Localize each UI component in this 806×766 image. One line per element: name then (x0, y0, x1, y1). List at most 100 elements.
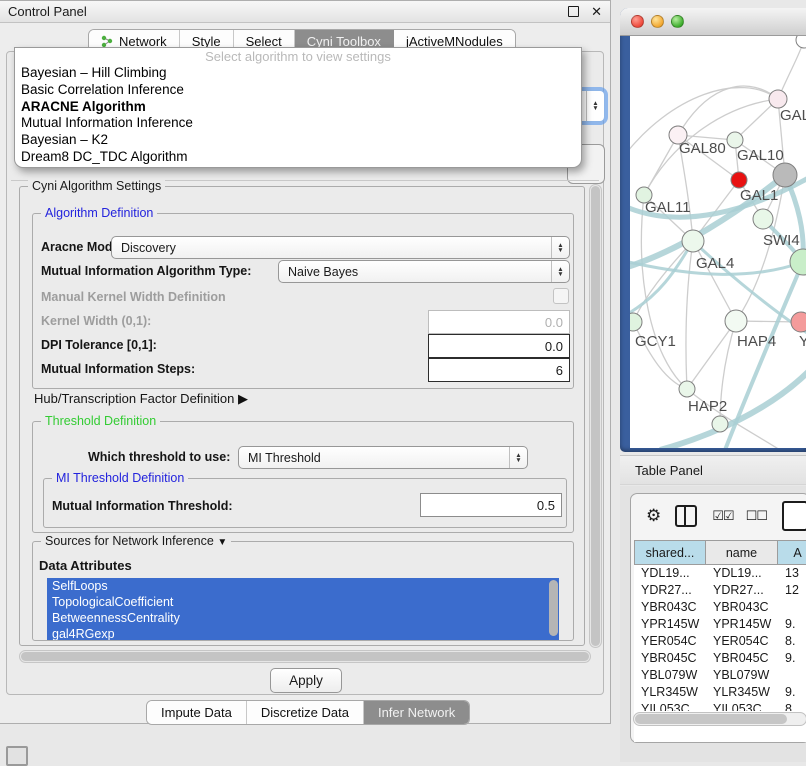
aracne-mode-combo[interactable]: Discovery ▲▼ (111, 236, 570, 259)
control-panel-title: Control Panel (8, 4, 568, 19)
node-label: GAL4 (696, 255, 734, 272)
network-canvas[interactable]: GALGAL80GAL10GAL1GAL11GAL4SWI4GCY1HAP4YH… (630, 36, 806, 448)
settings-vertical-scrollbar[interactable] (589, 184, 602, 648)
table-cell: YDL19... (634, 565, 706, 582)
network-node-gal4[interactable] (682, 230, 704, 252)
table-cell: 13 (778, 565, 806, 582)
mi-type-combo[interactable]: Naive Bayes ▲▼ (278, 260, 570, 283)
table-row[interactable]: YBR045CYBR045C9. (634, 650, 806, 667)
sources-group: Sources for Network Inference ▼ Data Att… (32, 541, 574, 641)
table-row[interactable]: YDL19...YDL19...13 (634, 565, 806, 582)
network-edge (687, 321, 736, 389)
network-node-hap4[interactable] (725, 310, 747, 332)
export-table-icon[interactable] (782, 501, 806, 531)
algorithm-option[interactable]: ARACNE Algorithm (15, 99, 581, 116)
close-traffic-light-icon[interactable] (631, 15, 644, 28)
dpi-tolerance-input[interactable]: 0.0 (428, 334, 570, 358)
hub-definition-label: Hub/Transcription Factor Definition (34, 391, 234, 406)
network-node[interactable] (773, 163, 797, 187)
network-node-gcy1[interactable] (630, 313, 642, 331)
table-row[interactable]: YIL053CYIL053C8. (634, 701, 806, 711)
kernel-width-input[interactable]: 0.0 (428, 310, 570, 334)
node-label: SWI4 (763, 232, 800, 249)
tab-infer-network[interactable]: Infer Network (364, 701, 469, 724)
mi-threshold-label: Mutual Information Threshold: (52, 499, 233, 513)
table-cell (778, 667, 806, 684)
dpi-tolerance-value: 0.0 (545, 339, 563, 354)
network-node-gal10[interactable] (727, 132, 743, 148)
network-edge (686, 241, 693, 389)
column-header[interactable]: A (778, 540, 806, 565)
algorithm-definition-group: Algorithm Definition Aracne Mode: Discov… (32, 213, 574, 389)
algorithm-option[interactable]: Bayesian – K2 (15, 132, 581, 149)
tab-impute-data-label: Impute Data (161, 705, 232, 720)
manual-kernel-checkbox[interactable] (553, 288, 569, 304)
network-node-y[interactable] (791, 312, 806, 332)
network-node-hap2[interactable] (679, 381, 695, 397)
tab-discretize-data-label: Discretize Data (261, 705, 349, 720)
algorithm-option[interactable]: Bayesian – Hill Climbing (15, 65, 581, 82)
network-node[interactable] (712, 416, 728, 432)
tab-discretize-data[interactable]: Discretize Data (247, 701, 364, 724)
columns-icon[interactable] (675, 505, 697, 527)
mi-steps-input[interactable]: 6 (428, 358, 570, 382)
table-row[interactable]: YDR27...YDR27...12 (634, 582, 806, 599)
network-edge (660, 368, 806, 448)
close-window-icon[interactable]: ✕ (591, 5, 602, 18)
settings-horizontal-scrollbar[interactable] (19, 650, 591, 663)
table-cell: 12 (778, 582, 806, 599)
table-row[interactable]: YER054CYER054C8. (634, 633, 806, 650)
zoom-traffic-light-icon[interactable] (671, 15, 684, 28)
gear-icon[interactable]: ⚙ (646, 506, 661, 526)
table-row[interactable]: YLR345WYLR345W9. (634, 684, 806, 701)
algorithm-option[interactable]: Dream8 DC_TDC Algorithm (15, 149, 581, 166)
chevron-right-icon: ▶ (238, 391, 248, 406)
table-cell: YER054C (706, 633, 778, 650)
table-cell: YER054C (634, 633, 706, 650)
tab-impute-data[interactable]: Impute Data (147, 701, 247, 724)
data-attributes-list[interactable]: SelfLoopsTopologicalCoefficientBetweenne… (47, 578, 559, 640)
deselect-all-checkboxes-icon[interactable]: ☐☐ (746, 508, 767, 524)
mi-threshold-input[interactable]: 0.5 (420, 493, 562, 517)
table-cell: YIL053C (706, 701, 778, 711)
table-toolbar: ⚙ ☑☑ ☐☐ (631, 494, 806, 538)
minimize-traffic-light-icon[interactable] (651, 15, 664, 28)
collapsed-panel-icon[interactable] (6, 746, 28, 766)
table-cell: 9. (778, 684, 806, 701)
data-attribute-item[interactable]: gal4RGexp (47, 626, 559, 640)
aracne-mode-value: Discovery (121, 241, 176, 255)
table-row[interactable]: YBL079WYBL079W (634, 667, 806, 684)
hub-definition-expander[interactable]: Hub/Transcription Factor Definition ▶ (34, 391, 248, 407)
apply-button[interactable]: Apply (270, 668, 342, 693)
select-all-checkboxes-icon[interactable]: ☑☑ (712, 508, 733, 524)
mi-type-label: Mutual Information Algorithm Type: (41, 264, 251, 278)
network-node-gal1[interactable] (753, 209, 773, 229)
network-node-swi4[interactable] (790, 249, 806, 275)
data-attribute-item[interactable]: BetweennessCentrality (47, 610, 559, 626)
mi-steps-label: Mutual Information Steps: (41, 362, 195, 376)
kernel-width-label: Kernel Width (0,1): (41, 314, 151, 328)
network-node[interactable] (731, 172, 747, 188)
apply-button-label: Apply (289, 673, 323, 688)
algorithm-option[interactable]: Basic Correlation Inference (15, 82, 581, 99)
network-node[interactable] (796, 36, 806, 48)
which-threshold-label: Which threshold to use: (88, 450, 230, 464)
float-window-icon[interactable] (568, 6, 579, 17)
data-attribute-item[interactable]: SelfLoops (47, 578, 559, 594)
network-edge (778, 40, 804, 99)
table-row[interactable]: YBR043CYBR043C (634, 599, 806, 616)
mi-threshold-value: 0.5 (537, 498, 555, 513)
which-threshold-combo[interactable]: MI Threshold ▲▼ (238, 446, 528, 469)
control-panel-window: Control Panel ✕ Network Style Select Cyn… (0, 0, 611, 724)
algorithm-option[interactable]: Mutual Information Inference (15, 115, 581, 132)
table-horizontal-scrollbar[interactable] (633, 712, 806, 726)
algorithm-dropdown-popup: Select algorithm to view settings Bayesi… (14, 47, 582, 168)
network-view-window: GALGAL80GAL10GAL1GAL11GAL4SWI4GCY1HAP4YH… (620, 8, 806, 452)
network-window-titlebar[interactable] (620, 8, 806, 36)
data-attribute-item[interactable]: TopologicalCoefficient (47, 594, 559, 610)
column-header[interactable]: shared... (634, 540, 706, 565)
column-header[interactable]: name (706, 540, 778, 565)
table-row[interactable]: YPR145WYPR145W9. (634, 616, 806, 633)
network-node-gal[interactable] (769, 90, 787, 108)
list-scrollbar[interactable] (549, 580, 558, 636)
